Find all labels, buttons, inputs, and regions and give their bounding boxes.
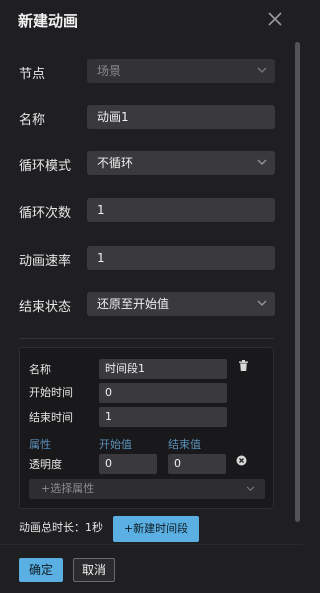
node-value: 场景 [97, 64, 122, 78]
end-state-label: 结束状态 [19, 300, 72, 315]
loop-count-label: 循环次数 [19, 206, 72, 221]
total-duration-text: 动画总时长：1秒 [19, 521, 103, 534]
name-label: 名称 [19, 113, 46, 128]
chevron-down-icon [257, 159, 267, 165]
loop-mode-value: 不循环 [97, 156, 134, 170]
segment-start-input[interactable]: 0 [99, 383, 227, 403]
segment-end-input[interactable]: 1 [99, 407, 227, 427]
name-input[interactable]: 动画1 [87, 105, 275, 129]
select-attribute-placeholder: +选择属性 [41, 482, 95, 495]
segment-name-input[interactable]: 时间段1 [99, 359, 227, 379]
speed-label: 动画速率 [19, 254, 72, 269]
confirm-button[interactable]: 确定 [19, 558, 63, 582]
scrollbar[interactable] [295, 42, 300, 522]
node-label: 节点 [19, 67, 46, 82]
speed-input[interactable]: 1 [87, 246, 275, 270]
footer-divider [0, 544, 303, 545]
divider [19, 338, 274, 339]
loop-count-value: 1 [97, 203, 105, 217]
attr-end-input[interactable]: 0 [168, 454, 226, 474]
dialog-title: 新建动画 [18, 12, 79, 30]
attribute-name: 透明度 [29, 458, 62, 471]
end-state-value: 还原至开始值 [97, 297, 170, 311]
cancel-button[interactable]: 取消 [73, 558, 115, 582]
attr-end-value: 0 [174, 457, 181, 470]
loop-count-input[interactable]: 1 [87, 198, 275, 222]
chevron-down-icon [257, 67, 267, 73]
node-select: 场景 [87, 59, 275, 83]
segment-start-value: 0 [105, 386, 112, 399]
name-value: 动画1 [97, 110, 129, 124]
attr-start-input[interactable]: 0 [99, 454, 157, 474]
chevron-down-icon [257, 300, 267, 306]
segment-start-label: 开始时间 [29, 386, 73, 399]
attr-column-header: 属性 [29, 438, 51, 451]
loop-mode-label: 循环模式 [19, 159, 72, 174]
end-value-column-header: 结束值 [168, 438, 201, 451]
segment-end-value: 1 [105, 410, 112, 423]
speed-value: 1 [97, 251, 105, 265]
end-state-select[interactable]: 还原至开始值 [87, 292, 275, 316]
select-attribute-dropdown[interactable]: +选择属性 [29, 479, 265, 499]
chevron-down-icon [246, 486, 255, 492]
trash-icon[interactable] [238, 360, 249, 372]
segment-name-value: 时间段1 [105, 362, 145, 375]
attr-start-value: 0 [105, 457, 112, 470]
segment-name-label: 名称 [29, 363, 51, 376]
start-value-column-header: 开始值 [99, 438, 132, 451]
loop-mode-select[interactable]: 不循环 [87, 151, 275, 175]
close-icon[interactable] [266, 10, 284, 28]
segment-end-label: 结束时间 [29, 411, 73, 424]
add-segment-button[interactable]: +新建时间段 [113, 516, 199, 542]
remove-attribute-icon[interactable] [236, 455, 247, 466]
